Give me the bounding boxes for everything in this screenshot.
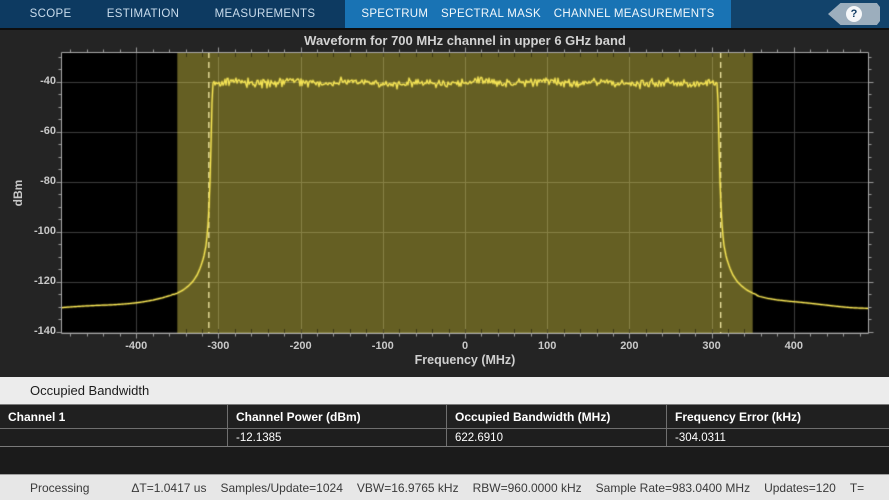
- x-tick-label: -400: [114, 340, 158, 352]
- obw-cell-occupied-bandwidth: 622.6910: [447, 429, 667, 446]
- y-tick-label: -100: [10, 225, 56, 237]
- x-tick-label: 100: [525, 340, 569, 352]
- toolstrip-tabs-left: SCOPE ESTIMATION MEASUREMENTS: [0, 0, 345, 28]
- help-question-icon: ?: [846, 6, 862, 22]
- toolstrip-tabs-active-group: SPECTRUM SPECTRAL MASK CHANNEL MEASUREME…: [345, 0, 731, 28]
- status-vbw: VBW=16.9765 kHz: [357, 481, 459, 495]
- y-tick-label: -80: [10, 175, 56, 187]
- spectrum-plot-canvas[interactable]: [0, 30, 889, 377]
- x-axis-label: Frequency (MHz): [61, 353, 869, 367]
- x-tick-label: -200: [279, 340, 323, 352]
- tab-estimation[interactable]: ESTIMATION: [107, 8, 179, 20]
- x-tick-label: -100: [361, 340, 405, 352]
- y-tick-label: -120: [10, 275, 56, 287]
- x-tick-label: 200: [607, 340, 651, 352]
- spectrum-analyzer-window: SCOPE ESTIMATION MEASUREMENTS SPECTRUM S…: [0, 0, 889, 500]
- plot-title: Waveform for 700 MHz channel in upper 6 …: [61, 33, 869, 48]
- table-underlay: [0, 447, 889, 474]
- x-tick-label: 400: [772, 340, 816, 352]
- obw-header-occupied-bandwidth: Occupied Bandwidth (MHz): [447, 405, 667, 429]
- status-sample-rate: Sample Rate=983.0400 MHz: [596, 481, 750, 495]
- tab-measurements[interactable]: MEASUREMENTS: [215, 8, 316, 20]
- status-delta-t: ΔT=1.0417 us: [131, 481, 206, 495]
- obw-table: Channel 1 Channel Power (dBm) Occupied B…: [0, 404, 889, 447]
- status-time: T=: [850, 481, 864, 495]
- tab-spectrum[interactable]: SPECTRUM: [361, 8, 428, 20]
- x-tick-label: 300: [690, 340, 734, 352]
- obw-cell-channel: [0, 429, 228, 446]
- status-samples-per-update: Samples/Update=1024: [220, 481, 342, 495]
- x-tick-label: -300: [196, 340, 240, 352]
- tab-spectral-mask[interactable]: SPECTRAL MASK: [441, 8, 541, 20]
- status-state: Processing: [30, 481, 89, 495]
- obw-table-data-row: -12.1385 622.6910 -304.0311: [0, 429, 889, 446]
- help-button[interactable]: ?: [828, 3, 880, 25]
- y-tick-label: -40: [10, 75, 56, 87]
- obw-cell-frequency-error: -304.0311: [667, 429, 889, 446]
- obw-cell-channel-power: -12.1385: [228, 429, 447, 446]
- obw-header-channel: Channel 1: [0, 405, 228, 429]
- spectrum-plot-panel: Waveform for 700 MHz channel in upper 6 …: [0, 30, 889, 377]
- obw-table-header-row: Channel 1 Channel Power (dBm) Occupied B…: [0, 405, 889, 429]
- obw-header-frequency-error: Frequency Error (kHz): [667, 405, 889, 429]
- x-tick-label: 0: [443, 340, 487, 352]
- toolstrip: SCOPE ESTIMATION MEASUREMENTS SPECTRUM S…: [0, 0, 889, 28]
- obw-header-channel-power: Channel Power (dBm): [228, 405, 447, 429]
- obw-heading-bar: Occupied Bandwidth: [0, 377, 889, 404]
- obw-heading: Occupied Bandwidth: [30, 383, 149, 398]
- tab-scope[interactable]: SCOPE: [30, 8, 72, 20]
- tab-channel-measurements[interactable]: CHANNEL MEASUREMENTS: [554, 8, 715, 20]
- toolstrip-right-area: ?: [731, 0, 889, 28]
- y-tick-label: -60: [10, 125, 56, 137]
- y-tick-label: -140: [10, 325, 56, 337]
- status-rbw: RBW=960.0000 kHz: [473, 481, 582, 495]
- status-bar: Processing ΔT=1.0417 us Samples/Update=1…: [0, 474, 889, 500]
- status-updates: Updates=120: [764, 481, 836, 495]
